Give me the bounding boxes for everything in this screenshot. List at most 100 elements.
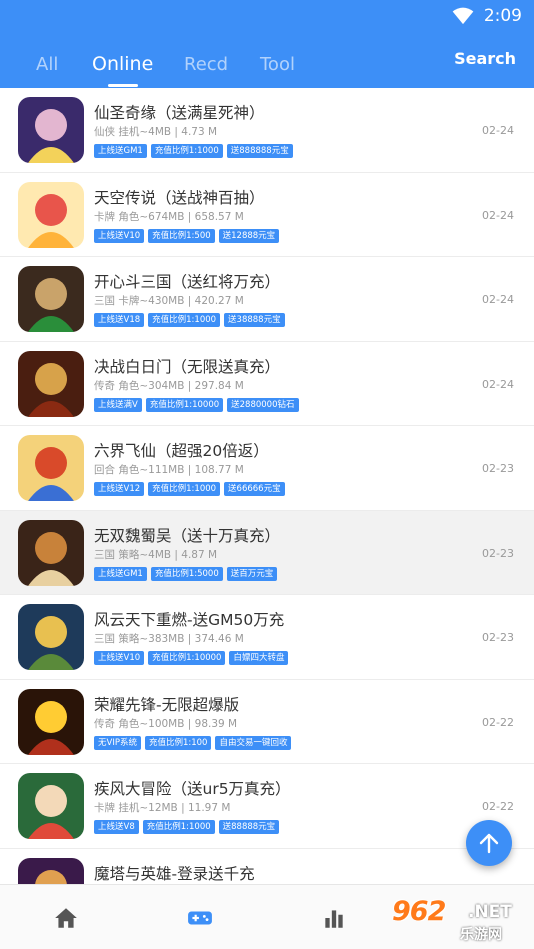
game-thumbnail [18, 688, 84, 755]
game-title: 疾风大冒险（送ur5万真充） [94, 780, 291, 798]
site-watermark: 962 .NET 乐游网 [392, 896, 528, 946]
game-icon-image [18, 350, 84, 417]
game-tag: 自由交易一键回收 [215, 735, 292, 750]
game-tag: 上线送V10 [94, 651, 145, 665]
game-tags: 上线送GM1 充值比例1:1000 送888888元宝 [94, 144, 293, 158]
game-row[interactable]: 六界飞仙（超强20倍返） 回合 角色~111MB | 108.77 M 02-23 上… [0, 426, 534, 511]
game-meta: 传奇 角色~304MB | 297.84 M [94, 379, 244, 392]
game-title: 决战白日门（无限送真充） [94, 357, 281, 376]
game-icon-image [18, 519, 84, 586]
home-icon [55, 907, 77, 928]
game-tag: 充值比例1:1000 [148, 313, 221, 327]
game-tag: 送12888元宝 [218, 228, 280, 243]
game-meta: 三国 策略~4MB | 4.87 M [94, 548, 218, 561]
game-date: 02-23 [482, 462, 514, 475]
game-thumbnail [18, 435, 84, 501]
game-row[interactable]: 无双魏蜀吴（送十万真充） 三国 策略~4MB | 4.87 M 02-23 上线送GM… [0, 510, 534, 595]
game-title: 风云天下重燃-送GM50万充 [94, 611, 285, 629]
back-to-top-button[interactable] [466, 820, 512, 866]
game-tag: 充值比例1:100 [144, 735, 212, 750]
tab-tool[interactable]: Tool [248, 54, 307, 75]
game-tag: 上线送GM1 [94, 566, 147, 581]
game-tag: 充值比例1:1000 [150, 144, 223, 158]
tab-online[interactable]: Online [80, 53, 165, 87]
watermark-name: 乐游网 [460, 927, 502, 943]
game-date: 02-22 [482, 715, 514, 729]
tab-recd[interactable]: Recd [172, 54, 240, 75]
game-title: 荣耀先锋-无限超爆版 [94, 695, 240, 714]
game-tag: 送38888元宝 [224, 313, 285, 327]
game-tags: 上线送满V 充值比例1:10000 送2880000钻石 [94, 397, 299, 412]
game-tag: 送88888元宝 [218, 820, 280, 834]
game-tag: 上线送V8 [94, 820, 139, 834]
game-title: 开心斗三国（送红将万充） [94, 273, 281, 291]
game-icon-image [18, 604, 84, 670]
game-tag: 无VIP系统 [94, 735, 141, 750]
game-thumbnail [18, 181, 84, 248]
header: 2:09 All Online Recd Tool Search [0, 0, 534, 88]
nav-games[interactable] [168, 885, 232, 949]
nav-home[interactable] [34, 885, 98, 949]
watermark-number: 962 [392, 896, 446, 927]
game-tags: 上线送V10 充值比例1:10000 白嫖四大转盘 [94, 651, 289, 665]
game-row[interactable]: 荣耀先锋-无限超爆版传奇 角色~100MB | 98.39 M 02-22 无VIP… [0, 680, 534, 764]
nav-rank[interactable] [302, 885, 366, 949]
game-tags: 无VIP系统 充值比例1:100 自由交易一键回收 [94, 735, 292, 750]
game-title: 魔塔与英雄-登录送千充 [94, 864, 255, 883]
game-tag: 送888888元宝 [226, 144, 293, 158]
game-title: 六界飞仙（超强20倍返） [94, 442, 269, 460]
game-tag: 充值比例1:500 [148, 228, 215, 243]
game-row[interactable]: 开心斗三国（送红将万充） 三国 卡牌~430MB | 420.27 M 02-24 上… [0, 257, 534, 342]
game-meta: 回合 角色~111MB | 108.77 M [94, 464, 244, 476]
game-thumbnail [18, 773, 84, 839]
game-icon-image [18, 266, 84, 332]
game-meta: 传奇 角色~100MB | 98.39 M [94, 717, 238, 730]
game-icon-image [18, 773, 84, 839]
game-row[interactable]: 天空传说（送战神百抽） 卡牌 角色~674MB | 658.57 M 02-24 上线… [0, 173, 534, 257]
status-bar: 2:09 [452, 5, 522, 27]
game-date: 02-24 [482, 124, 514, 137]
game-thumbnail [18, 857, 84, 884]
game-tag: 白嫖四大转盘 [229, 651, 289, 665]
game-thumbnail [18, 519, 84, 586]
bar-chart-icon [325, 909, 343, 928]
game-tag: 充值比例1:10000 [145, 397, 224, 412]
game-row[interactable]: 疾风大冒险（送ur5万真充） 卡牌 挂机~12MB | 11.97 M 02-22 上… [0, 764, 534, 849]
game-icon-image [18, 181, 84, 248]
game-tags: 上线送V12 充值比例1:1000 送66666元宝 [94, 482, 285, 496]
game-title: 天空传说（送战神百抽） [94, 188, 265, 207]
game-tag: 上线送V18 [94, 313, 145, 327]
search-button[interactable]: Search [454, 49, 516, 68]
game-tags: 上线送V10 充值比例1:500 送12888元宝 [94, 228, 280, 243]
game-tag: 充值比例1:1000 [142, 820, 215, 834]
game-row[interactable]: 魔塔与英雄-登录送千充 [0, 849, 534, 884]
watermark-suffix: .NET [468, 902, 512, 922]
game-meta: 卡牌 挂机~12MB | 11.97 M [94, 802, 231, 814]
game-title: 无双魏蜀吴（送十万真充） [94, 526, 281, 545]
game-meta: 三国 卡牌~430MB | 420.27 M [94, 295, 244, 307]
game-date: 02-23 [482, 631, 514, 644]
game-meta: 卡牌 角色~674MB | 658.57 M [94, 210, 244, 223]
game-tags: 上线送GM1 充值比例1:5000 送百万元宝 [94, 566, 278, 581]
game-tag: 充值比例1:5000 [150, 566, 223, 581]
game-tag: 送百万元宝 [226, 566, 278, 581]
game-meta: 仙侠 挂机~4MB | 4.73 M [94, 126, 218, 138]
game-date: 02-24 [482, 208, 514, 222]
game-icon-image [18, 688, 84, 755]
game-tag: 上线送满V [94, 397, 142, 412]
game-icon-image [18, 435, 84, 501]
arrow-up-icon [479, 833, 499, 854]
game-row[interactable]: 仙圣奇缘（送满星死神） 仙侠 挂机~4MB | 4.73 M 02-24 上线送GM1… [0, 88, 534, 173]
tab-all[interactable]: All [24, 54, 70, 75]
game-date: 02-23 [482, 546, 514, 560]
app-screen: 2:09 All Online Recd Tool Search 仙圣奇缘（送满… [0, 0, 534, 949]
game-list[interactable]: 仙圣奇缘（送满星死神） 仙侠 挂机~4MB | 4.73 M 02-24 上线送GM1… [0, 88, 534, 884]
game-date: 02-24 [482, 377, 514, 391]
game-row[interactable]: 风云天下重燃-送GM50万充 三国 策略~383MB | 374.46 M 02-2… [0, 595, 534, 680]
game-icon-image [18, 857, 84, 884]
game-row[interactable]: 决战白日门（无限送真充） 传奇 角色~304MB | 297.84 M 02-24 上… [0, 342, 534, 426]
game-tag: 充值比例1:1000 [148, 482, 221, 496]
game-date: 02-22 [482, 800, 514, 813]
game-date: 02-24 [482, 293, 514, 306]
game-thumbnail [18, 266, 84, 332]
